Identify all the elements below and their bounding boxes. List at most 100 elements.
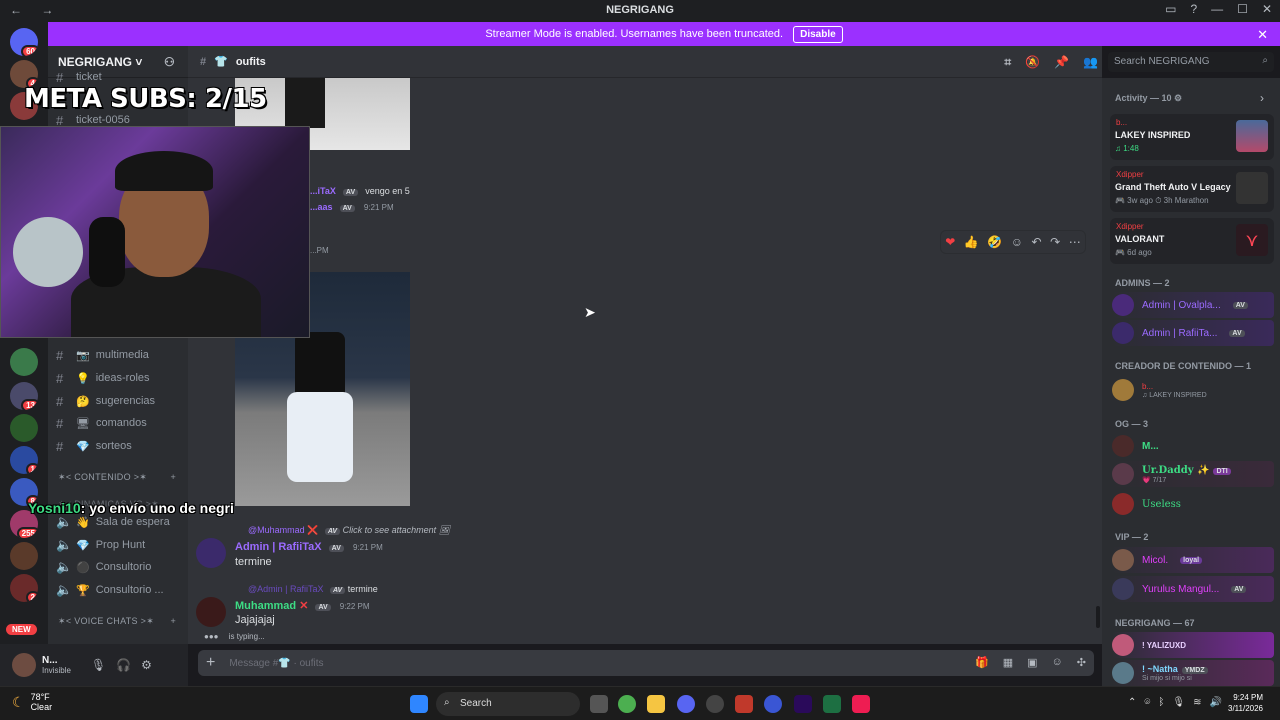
forward-icon[interactable]: ↷ xyxy=(1050,235,1060,249)
member-item[interactable]: M... xyxy=(1112,433,1274,459)
server-icon[interactable] xyxy=(10,348,38,376)
start-button[interactable] xyxy=(410,695,428,713)
member-item[interactable]: Yurulus Mangul... AV xyxy=(1112,576,1274,602)
voice-channel[interactable]: 🔈 💎 Prop Hunt xyxy=(56,535,184,555)
help-icon[interactable]: ? xyxy=(1190,2,1197,16)
tiktok-icon[interactable] xyxy=(852,695,870,713)
scrollbar[interactable] xyxy=(1096,606,1100,628)
bluetooth-icon[interactable]: ᛒ xyxy=(1158,697,1164,708)
clock[interactable]: 9:24 PM 3/11/2026 xyxy=(1228,692,1263,714)
member-item[interactable]: Ur.Daddy ✨ DTI 💗 7/17 xyxy=(1112,461,1274,487)
channel-sorteos[interactable]: # 💎 sorteos xyxy=(56,436,184,456)
server-icon[interactable]: 1 xyxy=(10,446,38,474)
server-icon[interactable]: 13 xyxy=(10,382,38,410)
taskbar-search[interactable]: ⌕ Search xyxy=(436,692,580,716)
activity-card[interactable]: Xdipper VALORANT 🎮 6d ago ⋎ xyxy=(1110,218,1274,264)
channel-sugerencias[interactable]: # 🤔 sugerencias xyxy=(56,391,184,411)
activity-card[interactable]: Xdipper Grand Theft Auto V Legacy 🎮 3w a… xyxy=(1110,166,1274,212)
weather-widget[interactable]: ☾ 78°F Clear xyxy=(12,692,52,712)
thumbs-up-icon[interactable]: 👍 xyxy=(964,235,979,249)
mute-icon[interactable]: 🔕 xyxy=(1025,55,1040,70)
channel-multimedia[interactable]: # 📷 multimedia xyxy=(56,345,184,365)
member-item[interactable]: Admin | Ovalpla... AV xyxy=(1112,292,1274,318)
apps-icon[interactable]: ✣ xyxy=(1077,656,1086,669)
chrome-icon[interactable] xyxy=(618,695,636,713)
category-contenido[interactable]: ✶< CONTENIDO >✶ + xyxy=(58,472,176,483)
member-item[interactable]: Micol. loyal xyxy=(1112,547,1274,573)
chevron-up-icon[interactable]: ⌃ xyxy=(1128,697,1136,708)
activity-header[interactable]: Activity — 10 ⚙ xyxy=(1115,93,1182,104)
close-button[interactable]: ✕ xyxy=(1262,2,1272,16)
mic-icon[interactable]: 🎙 xyxy=(1172,697,1185,708)
message-author[interactable]: Admin | RafiiTaX xyxy=(235,541,322,553)
message-author[interactable]: ...aas xyxy=(310,202,333,212)
heart-icon[interactable]: ❤ xyxy=(945,235,955,249)
add-reaction-icon[interactable]: ☺ xyxy=(1011,235,1023,249)
inbox-icon[interactable]: ▭ xyxy=(1165,2,1176,16)
avatar[interactable] xyxy=(196,538,226,568)
close-icon[interactable]: ✕ xyxy=(1257,27,1268,43)
channel-comandos[interactable]: # 🖥 comandos xyxy=(56,413,184,433)
reply-preview[interactable]: @Admin | RafiiTaX AV termine xyxy=(248,584,378,594)
add-channel-icon[interactable]: + xyxy=(170,472,176,483)
volume-icon[interactable]: 🔊 xyxy=(1209,697,1221,708)
app-icon[interactable] xyxy=(706,695,724,713)
avatar[interactable] xyxy=(196,597,226,627)
add-channel-icon[interactable]: + xyxy=(170,616,176,627)
sticker-icon[interactable]: ▣ xyxy=(1027,656,1037,669)
more-icon[interactable]: ⋯ xyxy=(1069,235,1081,249)
wifi-icon[interactable]: ≋ xyxy=(1193,697,1201,708)
microphone-icon[interactable]: 🎙 xyxy=(91,658,106,672)
search-input[interactable]: Search NEGRIGANG ⌕ xyxy=(1108,52,1274,72)
message-author[interactable]: Muhammad xyxy=(235,600,296,612)
add-attachment-icon[interactable]: + xyxy=(206,654,215,672)
gear-icon[interactable]: ⚙ xyxy=(141,658,152,672)
channel-name: Sala de espera xyxy=(95,516,170,528)
emoji-icon[interactable]: ☺ xyxy=(1052,656,1063,669)
member-item[interactable]: Admin | RafiiTa... AV xyxy=(1112,320,1274,346)
threads-icon[interactable]: ⌗ xyxy=(1004,55,1011,70)
reply-icon[interactable]: ↶ xyxy=(1032,235,1042,249)
minimize-button[interactable]: — xyxy=(1211,2,1223,16)
chevron-right-icon[interactable]: › xyxy=(1260,91,1264,105)
add-member-icon[interactable]: ⚇ xyxy=(164,55,175,69)
message-composer[interactable]: + Message #👕 · oufits 🎁 ▦ ▣ ☺ ✣ xyxy=(198,650,1094,676)
channel-name: Prop Hunt xyxy=(95,539,146,551)
server-icon[interactable] xyxy=(10,414,38,442)
channel-name: ticket xyxy=(76,72,102,82)
members-icon[interactable]: 👥 xyxy=(1083,55,1098,70)
avatar[interactable] xyxy=(12,653,36,677)
user-info[interactable]: N... Invisible xyxy=(42,655,71,675)
channel-item[interactable]: # ticket xyxy=(56,72,184,82)
file-explorer-icon[interactable] xyxy=(647,695,665,713)
reply-preview[interactable]: @Muhammad ❌ AV Click to see attachment 🖼 xyxy=(248,525,450,536)
voice-channel[interactable]: 🔈 ⚫ Consultorio xyxy=(56,557,184,577)
maximize-button[interactable]: ☐ xyxy=(1237,2,1248,16)
pin-icon[interactable]: 📌 xyxy=(1054,55,1069,70)
member-item[interactable]: b... ♫ LAKEY INSPIRED xyxy=(1112,377,1274,403)
vpn-icon[interactable] xyxy=(764,695,782,713)
network-icon[interactable]: ⌾ xyxy=(1144,697,1150,708)
member-item[interactable]: Useless xyxy=(1112,491,1274,517)
category-voice-chats[interactable]: ✶< VOICE CHATS >✶ + xyxy=(58,616,176,627)
message-author[interactable]: ...iTaX xyxy=(310,186,336,196)
task-view-icon[interactable] xyxy=(590,695,608,713)
headphones-icon[interactable]: 🎧 xyxy=(116,658,131,672)
discord-icon[interactable] xyxy=(677,695,695,713)
home-button[interactable]: 60 xyxy=(10,28,38,56)
activity-card[interactable]: b... LAKEY INSPIRED ♫ 1:48 xyxy=(1110,114,1274,160)
gift-icon[interactable]: 🎁 xyxy=(975,656,989,669)
valorant-icon[interactable] xyxy=(735,695,753,713)
gif-icon[interactable]: ▦ xyxy=(1003,656,1013,669)
voice-channel[interactable]: 🔈 🏆 Consultorio ... xyxy=(56,580,184,600)
channel-ideas-roles[interactable]: # 💡 ideas-roles xyxy=(56,368,184,388)
laugh-icon[interactable]: 🤣 xyxy=(987,235,1002,249)
member-item[interactable]: ! YALIZUXD xyxy=(1112,632,1274,658)
member-item[interactable]: ! ~Natha YMDZ Si mijo si mijo si xyxy=(1112,660,1274,686)
disable-button[interactable]: Disable xyxy=(793,25,843,43)
premiere-icon[interactable] xyxy=(794,695,812,713)
server-icon[interactable]: 2 xyxy=(10,574,38,602)
category-label: ✶< VOICE CHATS >✶ xyxy=(58,616,155,626)
server-icon[interactable] xyxy=(10,542,38,570)
excel-icon[interactable] xyxy=(823,695,841,713)
